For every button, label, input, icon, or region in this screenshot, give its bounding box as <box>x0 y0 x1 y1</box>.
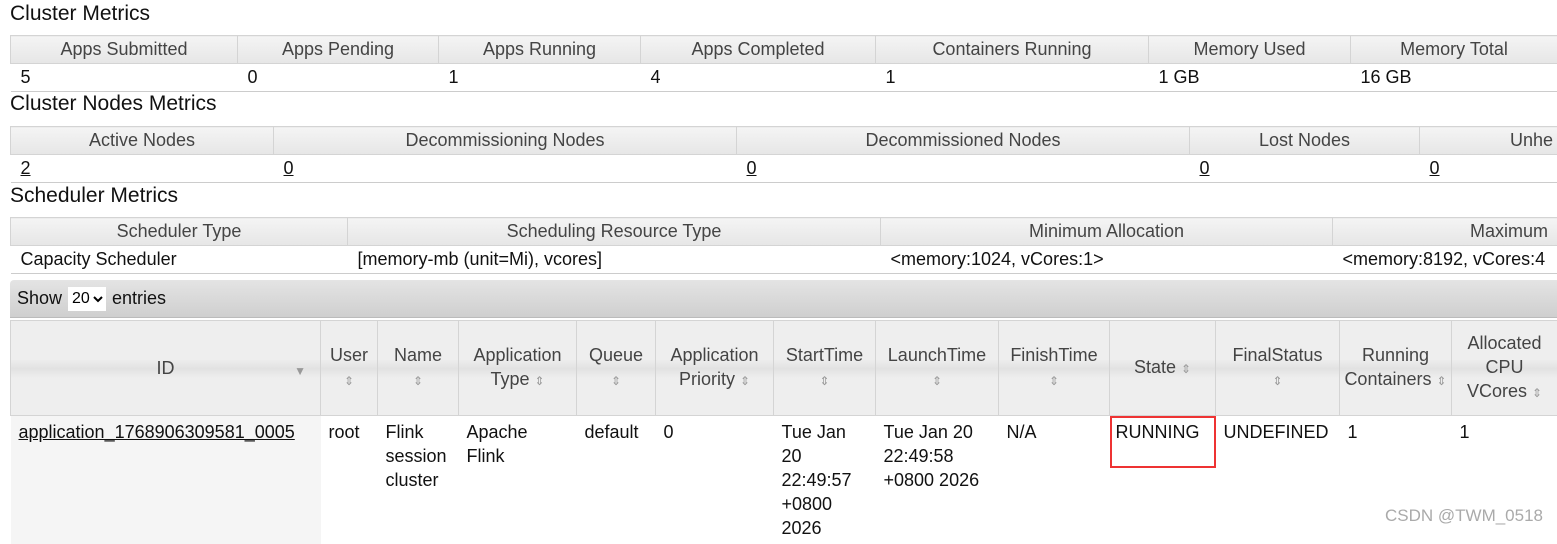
header: Apps Completed <box>641 36 876 64</box>
sort-icon: ⇕ <box>1532 386 1542 400</box>
name: Flink session cluster <box>378 416 459 544</box>
start-time: Tue Jan 20 22:49:57 +0800 2026 <box>774 416 876 544</box>
apps-pending: 0 <box>238 64 439 92</box>
column-id[interactable]: ID▼ <box>11 321 321 416</box>
header: Unhe <box>1420 127 1557 155</box>
user: root <box>321 416 378 544</box>
column-allocated-cpu-vcores[interactable]: Allocated CPU VCores ⇕ <box>1452 321 1557 416</box>
header: Decommissioned Nodes <box>737 127 1190 155</box>
entries-select[interactable]: 20 <box>68 287 106 311</box>
sort-icon: ⇕ <box>534 374 544 388</box>
scheduler-type: Capacity Scheduler <box>11 246 348 274</box>
minimum-allocation: <memory:1024, vCores:1> <box>881 246 1333 274</box>
column-application-type[interactable]: Application Type ⇕ <box>459 321 577 416</box>
header: Active Nodes <box>11 127 274 155</box>
containers-running: 1 <box>876 64 1149 92</box>
apps-submitted: 5 <box>11 64 238 92</box>
queue: default <box>577 416 656 544</box>
column-queue[interactable]: Queue⇕ <box>577 321 656 416</box>
finish-time: N/A <box>999 416 1110 544</box>
launch-time: Tue Jan 20 22:49:58 +0800 2026 <box>876 416 999 544</box>
sort-icon: ⇕ <box>819 374 829 388</box>
scheduler-metrics-table: Scheduler TypeScheduling Resource TypeMi… <box>10 217 1557 274</box>
sort-icon: ⇕ <box>413 374 423 388</box>
table-row: application_1768906309581_0005 root Flin… <box>11 416 1557 544</box>
final-status: UNDEFINED <box>1216 416 1340 544</box>
application-type: Apache Flink <box>459 416 577 544</box>
column-starttime[interactable]: StartTime⇕ <box>774 321 876 416</box>
column-running-containers[interactable]: Running Containers ⇕ <box>1340 321 1452 416</box>
header: Memory Used <box>1149 36 1351 64</box>
column-launchtime[interactable]: LaunchTime⇕ <box>876 321 999 416</box>
decommissioned-nodes-link[interactable]: 0 <box>737 155 1190 183</box>
column-state[interactable]: State ⇕ <box>1110 321 1216 416</box>
header: Lost Nodes <box>1190 127 1420 155</box>
memory-used: 1 GB <box>1149 64 1351 92</box>
state: RUNNING <box>1110 416 1216 468</box>
show-label: Show <box>17 288 62 309</box>
cluster-metrics-table: Apps SubmittedApps PendingApps RunningAp… <box>10 35 1557 92</box>
maximum-allocation: <memory:8192, vCores:4 <box>1333 246 1557 274</box>
unhealthy-nodes-link[interactable]: 0 <box>1420 155 1557 183</box>
sort-icon: ⇕ <box>932 374 942 388</box>
entries-label: entries <box>112 288 166 309</box>
header: Containers Running <box>876 36 1149 64</box>
header: Memory Total <box>1351 36 1557 64</box>
priority: 0 <box>656 416 774 544</box>
sort-icon: ⇕ <box>1272 374 1282 388</box>
watermark: CSDN @TWM_0518 <box>1385 506 1543 526</box>
decommissioning-nodes-link[interactable]: 0 <box>274 155 737 183</box>
header: Scheduler Type <box>11 218 348 246</box>
lost-nodes-link[interactable]: 0 <box>1190 155 1420 183</box>
header: Apps Submitted <box>11 36 238 64</box>
sort-desc-icon: ▼ <box>294 359 306 383</box>
sort-icon: ⇕ <box>1049 374 1059 388</box>
scheduler-metrics-title: Scheduler Metrics <box>10 184 178 208</box>
sort-icon: ⇕ <box>344 374 354 388</box>
header: Minimum Allocation <box>881 218 1333 246</box>
header: Maximum <box>1333 218 1557 246</box>
sort-icon: ⇕ <box>740 374 750 388</box>
application-id-link[interactable]: application_1768906309581_0005 <box>11 416 321 544</box>
header: Apps Pending <box>238 36 439 64</box>
memory-total: 16 GB <box>1351 64 1557 92</box>
scheduling-resource-type: [memory-mb (unit=Mi), vcores] <box>348 246 881 274</box>
sort-icon: ⇕ <box>1437 374 1447 388</box>
cluster-metrics-title: Cluster Metrics <box>10 2 150 26</box>
header: Decommissioning Nodes <box>274 127 737 155</box>
header: Apps Running <box>439 36 641 64</box>
nodes-metrics-title: Cluster Nodes Metrics <box>10 92 217 116</box>
active-nodes-link[interactable]: 2 <box>11 155 274 183</box>
sort-icon: ⇕ <box>611 374 621 388</box>
column-name[interactable]: Name⇕ <box>378 321 459 416</box>
column-user[interactable]: User⇕ <box>321 321 378 416</box>
apps-running: 1 <box>439 64 641 92</box>
column-finishtime[interactable]: FinishTime⇕ <box>999 321 1110 416</box>
sort-icon: ⇕ <box>1181 362 1191 376</box>
apps-completed: 4 <box>641 64 876 92</box>
header: Scheduling Resource Type <box>348 218 881 246</box>
nodes-metrics-table: Active NodesDecommissioning NodesDecommi… <box>10 126 1557 183</box>
column-finalstatus[interactable]: FinalStatus⇕ <box>1216 321 1340 416</box>
entries-toolbar: Show 20 entries <box>10 280 1557 318</box>
applications-table: ID▼ User⇕ Name⇕ Application Type ⇕ Queue… <box>10 320 1557 544</box>
column-application-priority[interactable]: Application Priority ⇕ <box>656 321 774 416</box>
